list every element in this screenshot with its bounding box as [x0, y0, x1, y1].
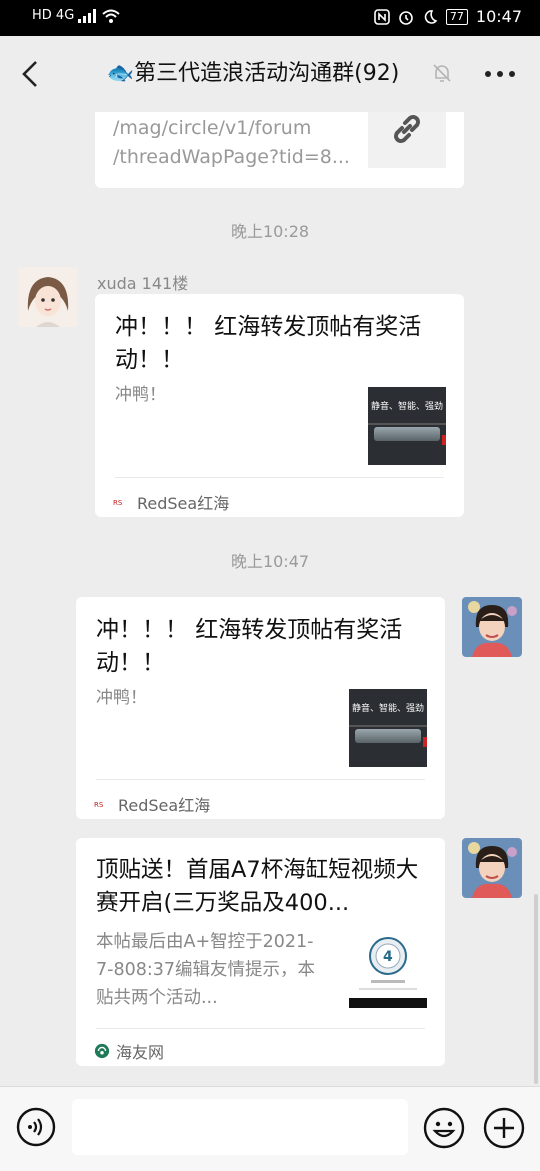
- article-title: 冲！！！ 红海转发顶帖有奖活动！！: [96, 617, 403, 676]
- redsea-logo-icon: RS: [113, 497, 131, 507]
- more-icon[interactable]: [484, 70, 516, 78]
- redsea-logo-icon: RS: [94, 799, 112, 809]
- link-card[interactable]: /mag/circle/v1/forum /threadWapPage?tid=…: [95, 112, 464, 188]
- emoji-icon[interactable]: [423, 1107, 465, 1149]
- thumbnail-text: 静音、智能、强劲: [370, 402, 443, 412]
- link-icon: [394, 115, 420, 143]
- avatar-photo: [462, 597, 522, 657]
- link-line: /mag/circle/v1/forum: [113, 117, 312, 139]
- card-divider: [96, 1028, 425, 1029]
- network-indicator: HD 4G: [32, 8, 120, 23]
- plus-icon[interactable]: [483, 1107, 525, 1149]
- svg-text:RS: RS: [113, 499, 123, 507]
- avatar[interactable]: [462, 597, 522, 657]
- avatar[interactable]: [18, 267, 78, 327]
- article-thumbnail: 静音、智能、强劲: [349, 689, 427, 767]
- article-card[interactable]: 冲！！！ 红海转发顶帖有奖活动！！ 冲鸭！ 静音、智能、强劲 RS RedSea…: [95, 294, 464, 517]
- voice-icon[interactable]: [16, 1107, 56, 1147]
- chat-title: 🐟第三代造浪活动沟通群(92): [106, 61, 400, 86]
- article-card[interactable]: 顶贴送！首届A7杯海缸短视频大赛开启(三万奖品及400... 本帖最后由A+智控…: [76, 838, 445, 1066]
- avatar-photo: [462, 838, 522, 898]
- link-thumb: [368, 112, 446, 168]
- article-thumbnail: 4: [349, 930, 427, 1008]
- avatar-illustration: [18, 267, 78, 327]
- card-divider: [96, 779, 425, 780]
- status-bar: HD 4G 77 10:47: [0, 0, 540, 36]
- article-desc: 冲鸭！: [115, 385, 166, 405]
- scrollbar[interactable]: [534, 894, 538, 1084]
- sender-name: xuda 141楼: [97, 274, 189, 293]
- link-line: /threadWapPage?tid=8...: [113, 146, 350, 168]
- chat-area[interactable]: /mag/circle/v1/forum /threadWapPage?tid=…: [0, 112, 540, 1086]
- article-title: 顶贴送！首届A7杯海缸短视频大赛开启(三万奖品及400...: [96, 857, 419, 916]
- nav-bar: 🐟第三代造浪活动沟通群(92): [0, 36, 540, 112]
- svg-text:4: 4: [383, 949, 393, 965]
- input-bar: [0, 1086, 540, 1171]
- moon-icon: [424, 9, 438, 24]
- network-label: HD 4G: [32, 8, 75, 23]
- chevron-left-icon[interactable]: [18, 58, 42, 90]
- battery-level: 77: [445, 8, 468, 25]
- wifi-icon: [102, 9, 120, 23]
- alarm-icon: [399, 10, 413, 25]
- source-label: RedSea红海: [137, 494, 230, 513]
- article-desc: 冲鸭！: [96, 688, 147, 708]
- globe-icon: [94, 1043, 110, 1059]
- article-source: RS RedSea红海: [113, 490, 229, 514]
- nfc-icon: [374, 8, 390, 25]
- signal-icon: [78, 8, 97, 23]
- svg-text:RS: RS: [94, 801, 104, 809]
- article-thumbnail: 静音、智能、强劲: [368, 387, 446, 465]
- source-label: 海友网: [116, 1043, 165, 1062]
- article-card[interactable]: 冲！！！ 红海转发顶帖有奖活动！！ 冲鸭！ 静音、智能、强劲 RS RedSea…: [76, 597, 445, 819]
- timestamp: 晚上10:28: [230, 222, 310, 241]
- article-desc: 本帖最后由A+智控于2021-7-808:37编辑友情提示，本贴共两个活动...: [96, 932, 316, 1008]
- a-plus-logo: 4: [349, 937, 427, 1008]
- article-source: RS RedSea红海: [94, 792, 210, 816]
- clock: 10:47: [475, 7, 522, 26]
- message-input[interactable]: [72, 1099, 408, 1155]
- bell-off-icon: [433, 64, 451, 82]
- card-divider: [115, 477, 444, 478]
- article-title: 冲！！！ 红海转发顶帖有奖活动！！: [115, 314, 422, 373]
- timestamp: 晚上10:47: [230, 552, 310, 571]
- source-label: RedSea红海: [118, 796, 211, 815]
- thumbnail-text: 静音、智能、强劲: [351, 704, 424, 714]
- avatar[interactable]: [462, 838, 522, 898]
- article-source: 海友网: [94, 1039, 164, 1063]
